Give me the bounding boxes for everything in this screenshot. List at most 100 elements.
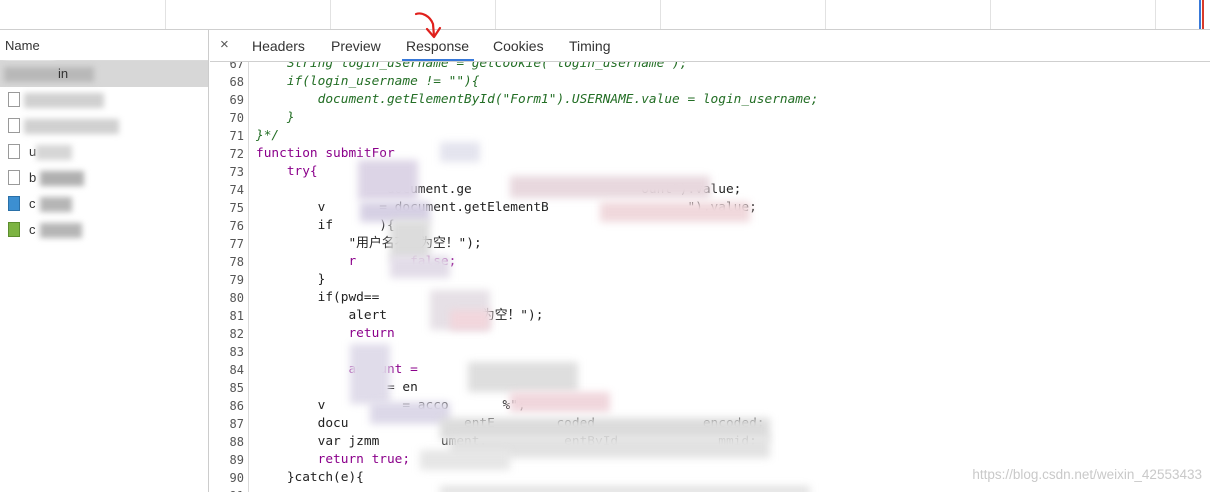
line-number: 75 bbox=[229, 201, 244, 215]
detail-tabbar: × Headers Preview Response Cookies Timin… bbox=[210, 30, 1210, 62]
code-line: document.getElementById("Form1").USERNAM… bbox=[256, 92, 819, 107]
line-number: 85 bbox=[229, 381, 244, 395]
line-number: 87 bbox=[229, 417, 244, 431]
code-line: return bbox=[256, 326, 395, 341]
overview-grid-cell bbox=[165, 0, 331, 29]
request-name: b bbox=[29, 170, 37, 185]
redaction-blur bbox=[390, 256, 450, 278]
request-row[interactable]: b bbox=[0, 165, 208, 191]
redaction-blur bbox=[358, 160, 418, 200]
tab-preview[interactable]: Preview bbox=[331, 38, 381, 54]
code-line: }catch(e){ bbox=[256, 470, 364, 485]
name-header-label: Name bbox=[5, 38, 40, 53]
name-column-header[interactable]: Name bbox=[0, 30, 208, 92]
close-icon[interactable]: × bbox=[220, 36, 229, 53]
overview-grid-cell bbox=[1155, 0, 1196, 29]
annotation-arrow-icon bbox=[414, 12, 442, 39]
code-line: "用户名不能为空！"); bbox=[256, 236, 482, 251]
line-number: 88 bbox=[229, 435, 244, 449]
redaction-blur bbox=[450, 310, 490, 330]
line-number: 84 bbox=[229, 363, 244, 377]
line-number: 76 bbox=[229, 219, 244, 233]
redaction-blur bbox=[420, 450, 510, 470]
load-event-marker bbox=[1202, 0, 1204, 29]
redaction-blur bbox=[600, 202, 750, 222]
line-number: 67 bbox=[229, 62, 244, 71]
request-list: Name in u b c c bbox=[0, 30, 209, 492]
redaction-blur bbox=[370, 402, 450, 424]
redaction-blur bbox=[350, 344, 390, 404]
code-line: account = bbox=[256, 362, 418, 377]
line-number-gutter: 67 68 69 70 71 72 73 74 75 76 77 78 79 80 81 82 83 84 85 86… bbox=[210, 62, 249, 492]
script-file-icon bbox=[8, 222, 20, 237]
redaction-blur bbox=[24, 119, 119, 134]
redaction-blur bbox=[40, 171, 84, 186]
request-row[interactable]: c bbox=[0, 191, 208, 217]
code-line: } bbox=[256, 272, 326, 287]
redaction-blur bbox=[510, 176, 710, 198]
dom-loaded-marker bbox=[1199, 0, 1201, 29]
request-row[interactable] bbox=[0, 87, 208, 113]
redaction-blur bbox=[36, 145, 72, 160]
line-number: 74 bbox=[229, 183, 244, 197]
redaction-blur bbox=[440, 486, 810, 492]
request-row[interactable]: in bbox=[0, 61, 208, 87]
line-number: 83 bbox=[229, 345, 244, 359]
document-file-icon bbox=[8, 170, 20, 185]
timeline-overview[interactable] bbox=[0, 0, 1210, 30]
redaction-blur bbox=[40, 223, 82, 238]
document-file-icon bbox=[8, 118, 20, 133]
tab-cookies[interactable]: Cookies bbox=[493, 38, 544, 54]
request-row[interactable]: c bbox=[0, 217, 208, 243]
code-line: return true; bbox=[256, 452, 411, 467]
code-line: } bbox=[256, 110, 295, 125]
tab-headers[interactable]: Headers bbox=[252, 38, 305, 54]
redaction-blur bbox=[40, 197, 72, 212]
active-tab-indicator bbox=[402, 59, 474, 61]
line-number: 69 bbox=[229, 93, 244, 107]
line-number: 79 bbox=[229, 273, 244, 287]
overview-grid-cell bbox=[495, 0, 661, 29]
line-number: 82 bbox=[229, 327, 244, 341]
response-code-viewer[interactable]: 67 68 69 70 71 72 73 74 75 76 77 78 79 80 81 82 83 84 85 86… bbox=[210, 62, 1210, 492]
document-file-icon bbox=[8, 92, 20, 107]
code-line: if(pwd== bbox=[256, 290, 380, 305]
request-row[interactable] bbox=[0, 113, 208, 139]
redaction-blur bbox=[24, 93, 104, 108]
redaction-blur bbox=[360, 202, 430, 222]
request-row[interactable]: u bbox=[0, 139, 208, 165]
watermark: https://blog.csdn.net/weixin_42553433 bbox=[972, 467, 1202, 482]
redaction-blur bbox=[390, 220, 430, 260]
line-number: 68 bbox=[229, 75, 244, 89]
image-file-icon bbox=[8, 196, 20, 211]
line-number: 73 bbox=[229, 165, 244, 179]
overview-grid-cell bbox=[825, 0, 991, 29]
request-name: c bbox=[29, 196, 36, 211]
line-number: 70 bbox=[229, 111, 244, 125]
code-line: try{ bbox=[256, 164, 318, 179]
document-file-icon bbox=[8, 144, 20, 159]
code-line: if(login_username != ""){ bbox=[256, 74, 480, 89]
line-number: 90 bbox=[229, 471, 244, 485]
line-number: 72 bbox=[229, 147, 244, 161]
redaction-blur bbox=[468, 362, 578, 392]
line-number: 89 bbox=[229, 453, 244, 467]
code-line: String login_username = getCookie("login… bbox=[256, 62, 688, 71]
line-number: 91 bbox=[210, 487, 244, 492]
line-number: 80 bbox=[229, 291, 244, 305]
code-line: }*/ bbox=[256, 128, 280, 143]
tab-timing[interactable]: Timing bbox=[569, 38, 611, 54]
overview-grid-cell bbox=[660, 0, 826, 29]
code-line: alert 不能为空！"); bbox=[256, 308, 544, 323]
request-name: c bbox=[29, 222, 36, 237]
line-number: 86 bbox=[229, 399, 244, 413]
redaction-blur bbox=[440, 142, 480, 162]
redaction-blur bbox=[4, 67, 94, 82]
code-line: wd = en bbox=[256, 380, 418, 395]
overview-grid-cell bbox=[990, 0, 1156, 29]
line-number: 81 bbox=[229, 309, 244, 323]
redaction-blur bbox=[510, 392, 610, 412]
line-number: 78 bbox=[229, 255, 244, 269]
line-number: 77 bbox=[229, 237, 244, 251]
line-number: 71 bbox=[229, 129, 244, 143]
